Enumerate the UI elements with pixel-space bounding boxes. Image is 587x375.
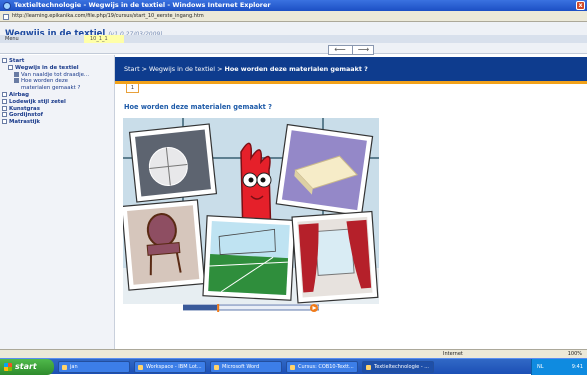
expand-icon[interactable] [2, 98, 7, 104]
sidebar-item-label: Kunstgras [9, 105, 40, 112]
sidebar-item[interactable]: Airbag [2, 91, 89, 99]
language-indicator[interactable]: NL [537, 364, 544, 370]
expand-icon[interactable] [2, 112, 7, 118]
accent-bar [115, 81, 587, 84]
back-arrow-button[interactable]: ⟵ [329, 46, 351, 54]
materials-illustration[interactable] [123, 118, 379, 304]
page-icon [3, 14, 9, 20]
sidebar-item[interactable]: Kunstgras [2, 105, 89, 113]
taskbar-button[interactable]: Microsoft Word [210, 361, 282, 373]
breadcrumb-current: Hoe worden deze materialen gemaakt ? [224, 65, 368, 73]
breadcrumb: Start > Wegwijs in de textiel > Hoe word… [115, 57, 587, 81]
sidebar-item[interactable]: Matrastijk [2, 119, 89, 126]
taskbar: start jan Workspace - IBM Lot... Microso… [0, 358, 587, 375]
window-titlebar: Textieltechnologie - Wegwijs in de texti… [0, 0, 587, 11]
window-title: Textieltechnologie - Wegwijs in de texti… [14, 1, 271, 9]
curtain-photo [291, 210, 379, 304]
progress-slider[interactable] [183, 304, 319, 312]
document-icon [14, 78, 19, 84]
airbag-photo [128, 123, 218, 203]
chair-photo [123, 199, 206, 291]
menu-row: Menu 10_1_1 [0, 35, 587, 43]
sidebar-item[interactable]: materialen gemaakt ? [2, 85, 89, 92]
sidebar-item-label: Van naaldje tot draadje... [21, 71, 90, 78]
sidebar-item-label: Start [9, 58, 25, 64]
word-icon [214, 365, 219, 370]
sidebar-item[interactable]: Van naaldje tot draadje... [2, 71, 90, 79]
document-icon [14, 71, 19, 77]
taskbar-button[interactable]: Cursus: COB10-Textt... [286, 361, 358, 373]
expand-icon[interactable] [8, 64, 13, 70]
sidebar: Start Wegwijs in de textiel Van naaldje to… [0, 55, 115, 349]
ie-logo-icon [3, 2, 11, 10]
main-content: Start > Wegwijs in de textiel > Hoe word… [115, 55, 587, 349]
artificial-grass-photo [202, 215, 296, 301]
address-url[interactable]: http://learning.epikanika.com/file.php/1… [12, 13, 204, 19]
expand-icon[interactable] [2, 119, 7, 125]
breadcrumb-path[interactable]: Start > Wegwijs in de textiel > [124, 65, 225, 73]
page-title: Hoe worden deze materialen gemaakt ? [124, 103, 272, 111]
windows-logo-icon [4, 363, 12, 371]
sidebar-item[interactable]: Hoe worden deze [2, 78, 89, 85]
ie-icon [290, 365, 295, 370]
sidebar-item[interactable]: Start [2, 58, 89, 65]
page-code-field[interactable]: 10_1_1 [84, 35, 124, 43]
sidebar-tree: Start Wegwijs in de textiel Van naaldje to… [2, 58, 89, 126]
clock: 9:41 [571, 364, 583, 370]
sidebar-item[interactable]: Gordijnstof [2, 112, 89, 119]
sidebar-item-label: Hoe worden deze [21, 78, 68, 85]
expand-icon[interactable] [2, 91, 7, 97]
mattress-photo [275, 123, 374, 217]
expand-icon[interactable] [2, 105, 7, 111]
sidebar-item[interactable]: Lodewijk stijl zetel [2, 98, 89, 106]
sidebar-item-label: Airbag [9, 91, 30, 98]
sidebar-item-label: Wegwijs in de textiel [15, 64, 79, 71]
sidebar-item-label: Gordijnstof [9, 112, 44, 119]
address-bar[interactable]: http://learning.epikanika.com/file.php/1… [0, 11, 587, 22]
start-button[interactable]: start [0, 359, 54, 375]
menu-button[interactable]: Menu [5, 36, 19, 42]
taskbar-button-active[interactable]: Textieltechnologie - ... [362, 361, 434, 373]
sidebar-item-label: Lodewijk stijl zetel [9, 98, 66, 105]
start-label: start [15, 362, 37, 371]
ie-icon [366, 365, 371, 370]
sidebar-item-label: Matrastijk [9, 119, 40, 126]
status-bar: Internet 100% [0, 349, 587, 358]
forward-arrow-button[interactable]: ⟶ [352, 46, 374, 54]
page-tab[interactable]: 1 [126, 84, 139, 93]
lotus-icon [138, 365, 143, 370]
sidebar-item-label: materialen gemaakt ? [21, 85, 81, 92]
expand-icon[interactable] [2, 58, 7, 63]
page-nav: ⟵ ⟶ [328, 45, 374, 55]
system-tray: NL 9:41 [531, 359, 587, 375]
folder-icon [62, 365, 67, 370]
taskbar-button[interactable]: Workspace - IBM Lot... [134, 361, 206, 373]
sidebar-item[interactable]: Wegwijs in de textiel [2, 64, 89, 72]
taskbar-button[interactable]: jan [58, 361, 130, 373]
close-button[interactable]: x [576, 1, 585, 10]
